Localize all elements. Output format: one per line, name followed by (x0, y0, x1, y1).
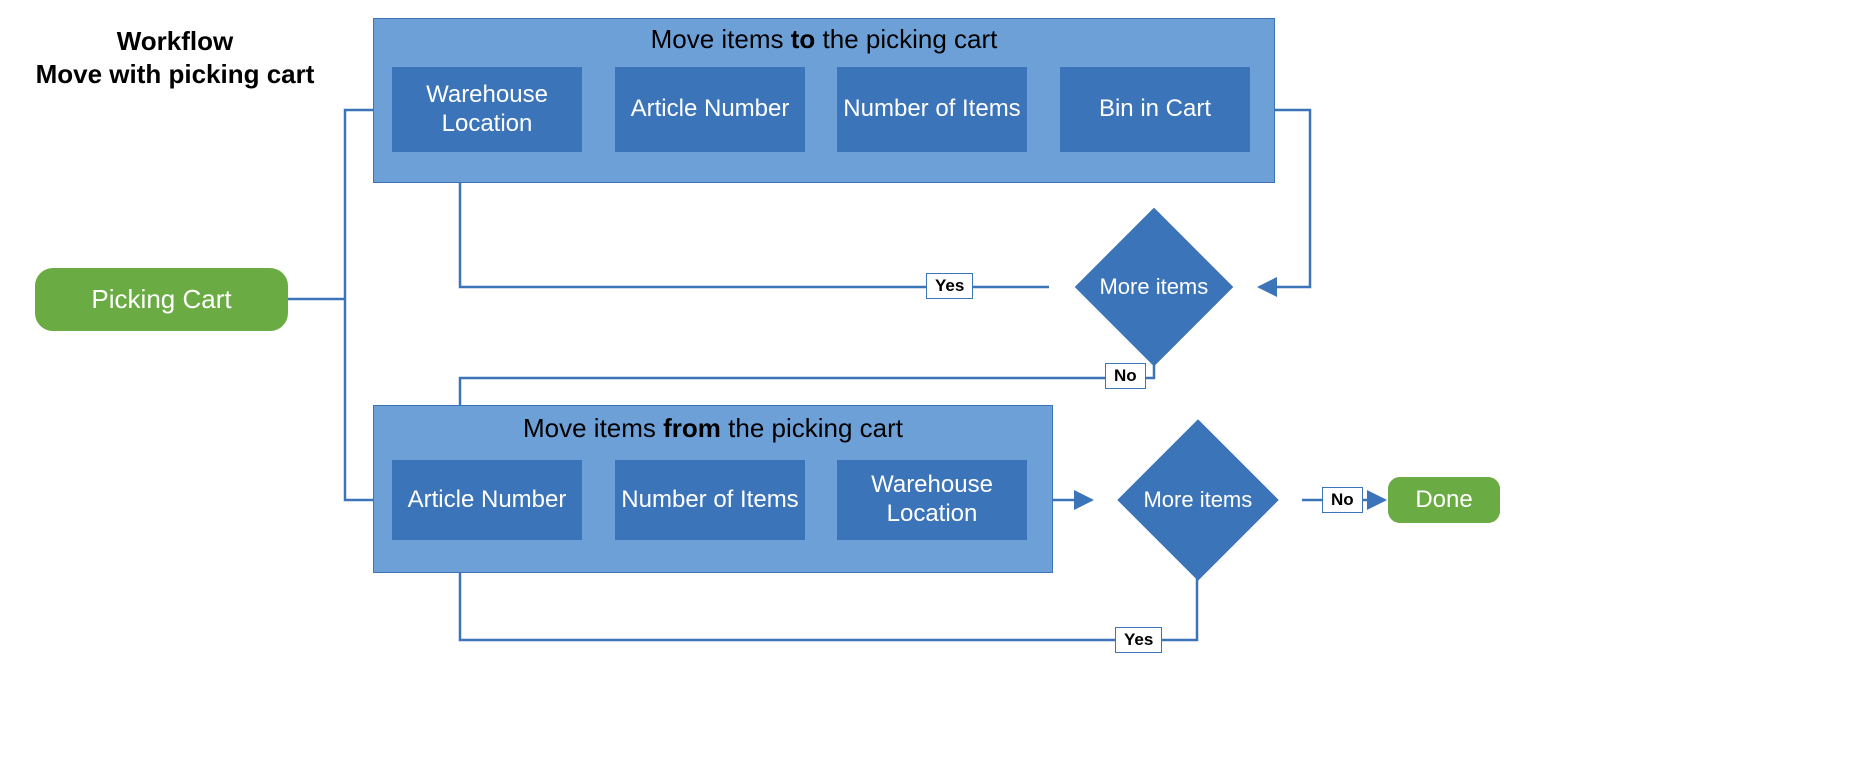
panel-to-title: Move items to the picking cart (373, 24, 1275, 55)
to-step-number-of-items: Number of Items (837, 67, 1027, 152)
start-node: Picking Cart (35, 268, 288, 331)
decision-more-items-from: More items (1115, 440, 1280, 560)
workflow-title: Workflow Move with picking cart (20, 25, 330, 90)
start-label: Picking Cart (91, 284, 231, 315)
badge-no-to: No (1105, 363, 1146, 389)
from-step-warehouse-location: Warehouse Location (837, 460, 1027, 540)
from-step-article-number: Article Number (392, 460, 582, 540)
done-node: Done (1388, 477, 1500, 523)
to-step-article-number: Article Number (615, 67, 805, 152)
title-line1: Workflow (117, 26, 234, 56)
decision-more-items-to: More items (1075, 228, 1233, 346)
badge-no-from: No (1322, 487, 1363, 513)
to-step-warehouse-location: Warehouse Location (392, 67, 582, 152)
panel-from-title: Move items from the picking cart (373, 413, 1053, 444)
done-label: Done (1415, 486, 1472, 514)
badge-yes-from: Yes (1115, 627, 1162, 653)
title-line2: Move with picking cart (36, 59, 315, 89)
from-step-number-of-items: Number of Items (615, 460, 805, 540)
badge-yes-to: Yes (926, 273, 973, 299)
to-step-bin-in-cart: Bin in Cart (1060, 67, 1250, 152)
